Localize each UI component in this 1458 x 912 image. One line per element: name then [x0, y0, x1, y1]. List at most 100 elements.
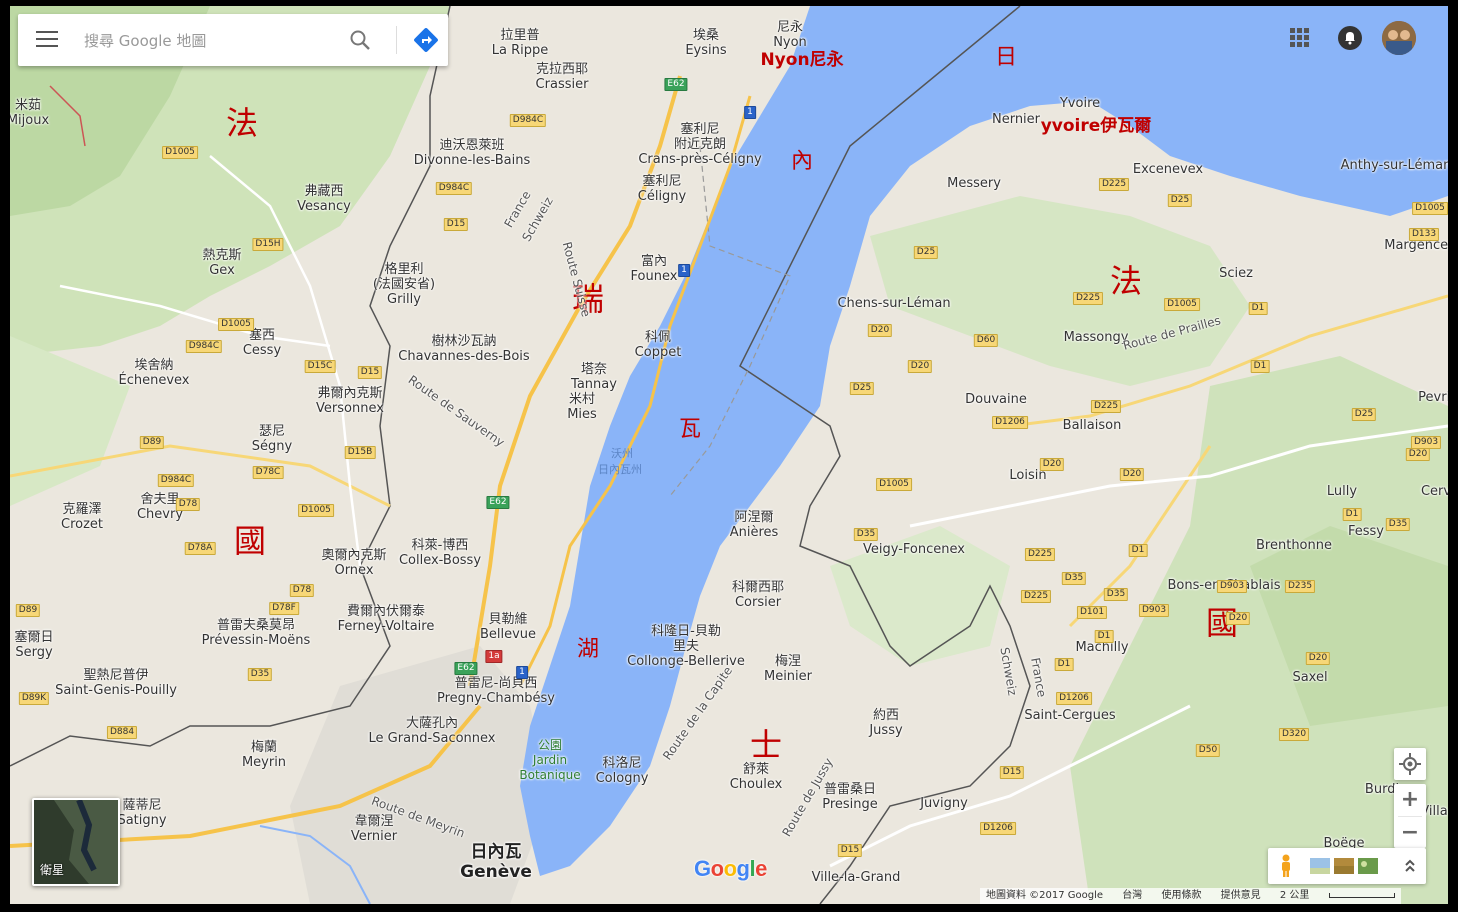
place-jardin-botanique[interactable]: 公園 Jardin Botanique [515, 738, 585, 783]
road-shield: D35 [1061, 572, 1087, 585]
place-tannay[interactable]: 塔奈 Tannay [571, 362, 617, 392]
place-prevessin[interactable]: 普雷夫桑莫昂 Prévessin-Moëns [202, 618, 311, 648]
label-lake-vaud: 沃州 [611, 447, 633, 460]
place-segny[interactable]: 瑟尼 Ségny [252, 424, 292, 454]
place-corsier[interactable]: 科爾西耶 Corsier [732, 580, 784, 610]
place-versonnex[interactable]: 弗爾內克斯 Versonnex [316, 386, 384, 416]
place-cessy[interactable]: 塞西 Cessy [243, 328, 281, 358]
scale-label[interactable]: 2 公里 [1280, 890, 1310, 901]
place-vernier[interactable]: 韋爾涅 Vernier [351, 814, 397, 844]
place-ferney[interactable]: 費爾內伏爾泰 Ferney-Voltaire [338, 604, 435, 634]
pegman-icon[interactable] [1278, 854, 1294, 878]
search-divider [396, 26, 397, 54]
place-nyon[interactable]: 尼永 Nyon [773, 20, 807, 50]
place-pregny[interactable]: 普雷尼-尚貝西 Pregny-Chambésy [437, 676, 555, 706]
terrain-layer-icon[interactable] [1310, 858, 1330, 874]
road-shield: D984C [509, 114, 547, 127]
notifications-icon[interactable] [1338, 26, 1362, 50]
directions-icon[interactable] [412, 26, 440, 54]
place-founex[interactable]: 富內 Founex [631, 254, 678, 284]
road-shield: D15 [837, 844, 863, 857]
place-grilly[interactable]: 格里利 (法國安省) Grilly [373, 262, 435, 307]
place-juvigny[interactable]: Juvigny [920, 796, 968, 811]
place-messery[interactable]: Messery [947, 176, 1001, 191]
expand-icon[interactable] [1404, 858, 1416, 874]
place-satigny[interactable]: 薩蒂尼 Satigny [117, 798, 166, 828]
region-link[interactable]: 台灣 [1122, 890, 1142, 901]
place-saint-cergues[interactable]: Saint-Cergues [1024, 708, 1115, 723]
place-anieres[interactable]: 阿涅爾 Anières [730, 510, 779, 540]
satellite-toggle[interactable]: 衛星 [32, 798, 120, 886]
road-shield: D1005 [1412, 202, 1448, 215]
photo-layer-icon[interactable] [1358, 858, 1378, 874]
place-celigny[interactable]: 塞利尼 Céligny [638, 174, 686, 204]
place-presinge[interactable]: 普雷桑日 Presinge [822, 782, 878, 812]
zoom-out-button[interactable]: − [1394, 817, 1426, 849]
place-choulex[interactable]: 舒萊 Choulex [730, 762, 783, 792]
place-echenevex[interactable]: 埃舍納 Échenevex [119, 358, 190, 388]
road-shield: D78C [252, 466, 284, 479]
place-chavannes[interactable]: 樹林沙瓦訥 Chavannes-des-Bois [398, 334, 529, 364]
my-location-button[interactable] [1394, 748, 1426, 780]
road-shield: D78 [175, 498, 201, 511]
place-sciez[interactable]: Sciez [1219, 266, 1253, 281]
place-yvoire[interactable]: Yvoire [1060, 96, 1100, 111]
terms-link[interactable]: 使用條款 [1161, 890, 1201, 901]
place-lully[interactable]: Lully [1327, 484, 1357, 499]
menu-icon[interactable] [36, 31, 58, 49]
place-coppet[interactable]: 科佩 Coppet [635, 330, 682, 360]
road-shield: D78 [289, 584, 315, 597]
place-geneva[interactable]: 日內瓦 Genève [460, 842, 532, 882]
place-fessy[interactable]: Fessy [1348, 524, 1384, 539]
avatar[interactable] [1382, 21, 1416, 55]
place-meinier[interactable]: 梅涅 Meinier [764, 654, 812, 684]
place-excenevex[interactable]: Excenevex [1133, 162, 1203, 177]
feedback-link[interactable]: 提供意見 [1221, 890, 1261, 901]
place-massongy[interactable]: Massongy [1064, 330, 1129, 345]
place-pevril[interactable]: Pevril [1418, 390, 1448, 405]
place-mijoux[interactable]: 米茹 Mijoux [10, 98, 49, 128]
place-cologny[interactable]: 科洛尼 Cologny [596, 756, 649, 786]
place-veigy[interactable]: Veigy-Foncenex [863, 542, 965, 557]
place-ballaison[interactable]: Ballaison [1063, 418, 1122, 433]
search-icon[interactable] [348, 28, 372, 52]
place-brenthonne[interactable]: Brenthonne [1256, 538, 1332, 553]
place-anthy[interactable]: Anthy-sur-Léman [1341, 158, 1448, 173]
place-saxel[interactable]: Saxel [1292, 670, 1327, 685]
place-chens[interactable]: Chens-sur-Léman [837, 296, 950, 311]
place-eysins[interactable]: 埃桑 Eysins [685, 28, 726, 58]
place-divonne[interactable]: 迪沃恩萊班 Divonne-les-Bains [414, 138, 531, 168]
road-shield: D884 [106, 726, 138, 739]
place-nernier[interactable]: Nernier [992, 112, 1040, 127]
place-cerv[interactable]: Cerv [1421, 484, 1448, 499]
place-bellevue[interactable]: 貝勒維 Bellevue [480, 612, 536, 642]
place-crozet[interactable]: 克羅澤 Crozet [61, 502, 103, 532]
place-jussy[interactable]: 約西 Jussy [869, 708, 902, 738]
earth-layer-icon[interactable] [1334, 858, 1354, 874]
place-crans[interactable]: 塞利尼 附近克朗 Crans-près-Céligny [638, 122, 761, 167]
zoom-in-button[interactable]: + [1394, 784, 1426, 816]
apps-grid-icon[interactable] [1290, 28, 1310, 48]
place-collonge[interactable]: 科隆日-貝勒 里夫 Collonge-Bellerive [627, 624, 745, 669]
road-shield: E62 [454, 662, 478, 675]
place-ville-la-grand[interactable]: Ville-la-Grand [812, 870, 901, 885]
search-input[interactable] [82, 26, 326, 56]
place-sergy[interactable]: 塞爾日 Sergy [14, 630, 53, 660]
place-crassier[interactable]: 克拉西耶 Crassier [536, 62, 589, 92]
road-shield: D25 [913, 246, 939, 259]
place-ornex[interactable]: 奧爾內克斯 Ornex [321, 548, 386, 578]
place-grand-saconnex[interactable]: 大薩孔內 Le Grand-Saconnex [369, 716, 496, 746]
place-meyrin[interactable]: 梅蘭 Meyrin [242, 740, 286, 770]
road-shield: D15 [357, 366, 383, 379]
annotation-france-left-1: 法 [225, 104, 259, 142]
place-vesancy[interactable]: 弗藏西 Vesancy [297, 184, 351, 214]
road-shield: D25 [849, 382, 875, 395]
road-shield: D20 [1225, 612, 1251, 625]
place-collex[interactable]: 科萊-博西 Collex-Bossy [399, 538, 481, 568]
place-douvaine[interactable]: Douvaine [965, 392, 1027, 407]
road-shield: D35 [1385, 518, 1411, 531]
place-la-rippe[interactable]: 拉里普 La Rippe [492, 28, 549, 58]
place-mies[interactable]: 米村 Mies [567, 392, 597, 422]
place-saint-genis[interactable]: 聖熱尼普伊 Saint-Genis-Pouilly [55, 668, 177, 698]
place-gex[interactable]: 熱克斯 Gex [202, 248, 241, 278]
